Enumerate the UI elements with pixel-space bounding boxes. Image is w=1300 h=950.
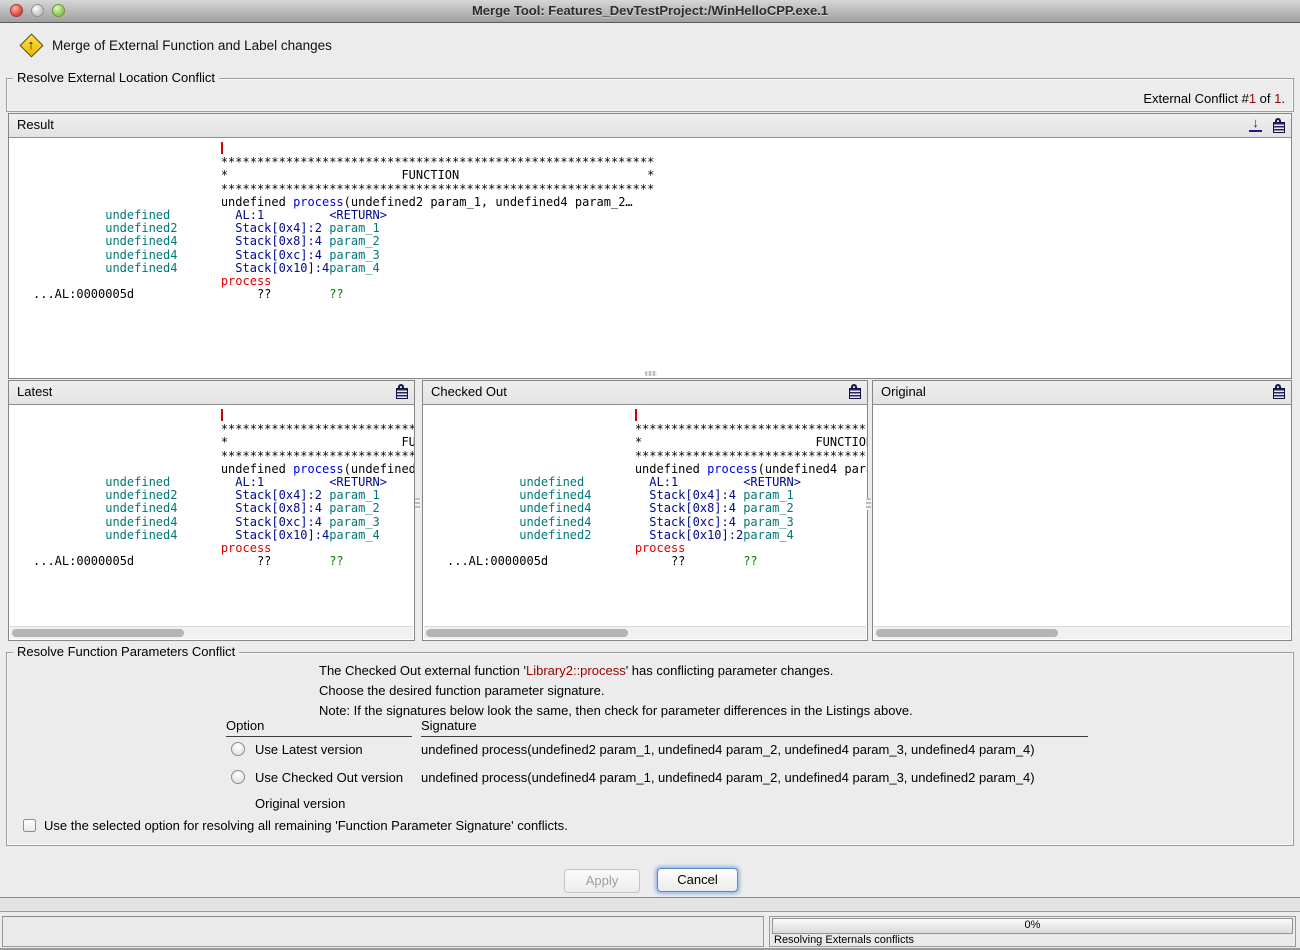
use-for-all-label: Use the selected option for resolving al… xyxy=(44,818,568,833)
splitter-handle[interactable] xyxy=(866,498,871,510)
window-controls xyxy=(10,4,65,17)
desc-post: ' has conflicting parameter changes. xyxy=(626,663,834,678)
use-latest-label: Use Latest version xyxy=(255,742,363,757)
splitter-handle[interactable] xyxy=(645,371,657,376)
use-checked-out-radio[interactable] xyxy=(231,770,245,784)
original-panel-header: Original xyxy=(873,381,1291,405)
external-location-conflict-group: Resolve External Location Conflict Exter… xyxy=(6,78,1294,112)
conflict-counter-current: 1 xyxy=(1249,91,1256,106)
desc-pre: The Checked Out external function ' xyxy=(319,663,526,678)
result-listing[interactable]: ****************************************… xyxy=(9,138,1291,378)
checked-out-panel-header: Checked Out xyxy=(423,381,867,405)
conflict-description: The Checked Out external function 'Libra… xyxy=(319,661,913,721)
checked-out-panel: Checked Out ****************************… xyxy=(422,380,868,641)
latest-panel: Latest *********************************… xyxy=(8,380,415,641)
progress-bar: 0% xyxy=(772,918,1293,934)
external-location-conflict-label: Resolve External Location Conflict xyxy=(13,70,219,85)
original-version-label: Original version xyxy=(255,796,345,811)
conflict-counter-mid: of xyxy=(1256,91,1274,106)
scrollbar-thumb[interactable] xyxy=(12,629,184,637)
window-titlebar: Merge Tool: Features_DevTestProject:/Win… xyxy=(0,0,1300,23)
desc-function-name: Library2::process xyxy=(526,663,626,678)
lock-icon[interactable] xyxy=(1273,384,1285,399)
use-latest-radio[interactable] xyxy=(231,742,245,756)
latest-listing[interactable]: ****************************************… xyxy=(9,405,414,626)
progress-panel: 0% Resolving Externals conflicts xyxy=(769,916,1296,947)
merge-icon: ↑ xyxy=(20,34,42,56)
horizontal-scrollbar[interactable] xyxy=(10,626,413,639)
lock-icon[interactable] xyxy=(1273,118,1285,133)
lock-icon[interactable] xyxy=(396,384,408,399)
close-button[interactable] xyxy=(10,4,23,17)
checked-out-panel-title: Checked Out xyxy=(431,384,507,399)
horizontal-scrollbar[interactable] xyxy=(874,626,1290,639)
lock-icon[interactable] xyxy=(849,384,861,399)
window-title: Merge Tool: Features_DevTestProject:/Win… xyxy=(0,0,1300,22)
splitter-handle[interactable] xyxy=(415,498,420,510)
checked-out-listing[interactable]: ****************************************… xyxy=(423,405,867,626)
checked-out-signature: undefined process(undefined4 param_1, un… xyxy=(421,770,1035,785)
original-panel-title: Original xyxy=(881,384,926,399)
latest-panel-title: Latest xyxy=(17,384,52,399)
horizontal-scrollbar[interactable] xyxy=(424,626,866,639)
status-strip xyxy=(0,897,1300,912)
original-panel: Original xyxy=(872,380,1292,641)
apply-button[interactable]: Apply xyxy=(564,869,640,893)
latest-signature: undefined process(undefined2 param_1, un… xyxy=(421,742,1035,757)
merge-phase-title: Merge of External Function and Label cha… xyxy=(52,38,332,53)
conflict-counter-prefix: External Conflict # xyxy=(1143,91,1249,106)
result-panel-header: Result ↓ xyxy=(9,114,1291,138)
scrollbar-thumb[interactable] xyxy=(876,629,1058,637)
original-listing[interactable] xyxy=(873,405,1291,626)
function-parameters-conflict-group: Resolve Function Parameters Conflict The… xyxy=(6,652,1294,846)
scrollbar-thumb[interactable] xyxy=(426,629,628,637)
progress-task-label: Resolving Externals conflicts xyxy=(774,934,914,946)
zoom-button[interactable] xyxy=(52,4,65,17)
function-parameters-conflict-label: Resolve Function Parameters Conflict xyxy=(13,644,239,659)
result-panel: Result ↓ *******************************… xyxy=(8,113,1292,379)
result-panel-title: Result xyxy=(17,117,54,132)
conflict-description-line2: Choose the desired function parameter si… xyxy=(319,681,913,701)
minimize-button[interactable] xyxy=(31,4,44,17)
conflict-counter-suffix: . xyxy=(1281,91,1285,106)
signature-column-header: Signature xyxy=(421,718,1088,737)
use-checked-out-label: Use Checked Out version xyxy=(255,770,403,785)
option-column-header: Option xyxy=(226,718,412,737)
conflict-description-line1: The Checked Out external function 'Libra… xyxy=(319,661,913,681)
cancel-button[interactable]: Cancel xyxy=(657,868,738,892)
merge-icon-arrow: ↑ xyxy=(20,35,42,55)
conflict-counter: External Conflict #1 of 1. xyxy=(1143,91,1285,106)
goto-bottom-icon[interactable]: ↓ xyxy=(1249,117,1262,133)
use-for-all-checkbox[interactable] xyxy=(23,819,36,832)
latest-panel-header: Latest xyxy=(9,381,414,405)
status-message-panel xyxy=(2,916,764,947)
